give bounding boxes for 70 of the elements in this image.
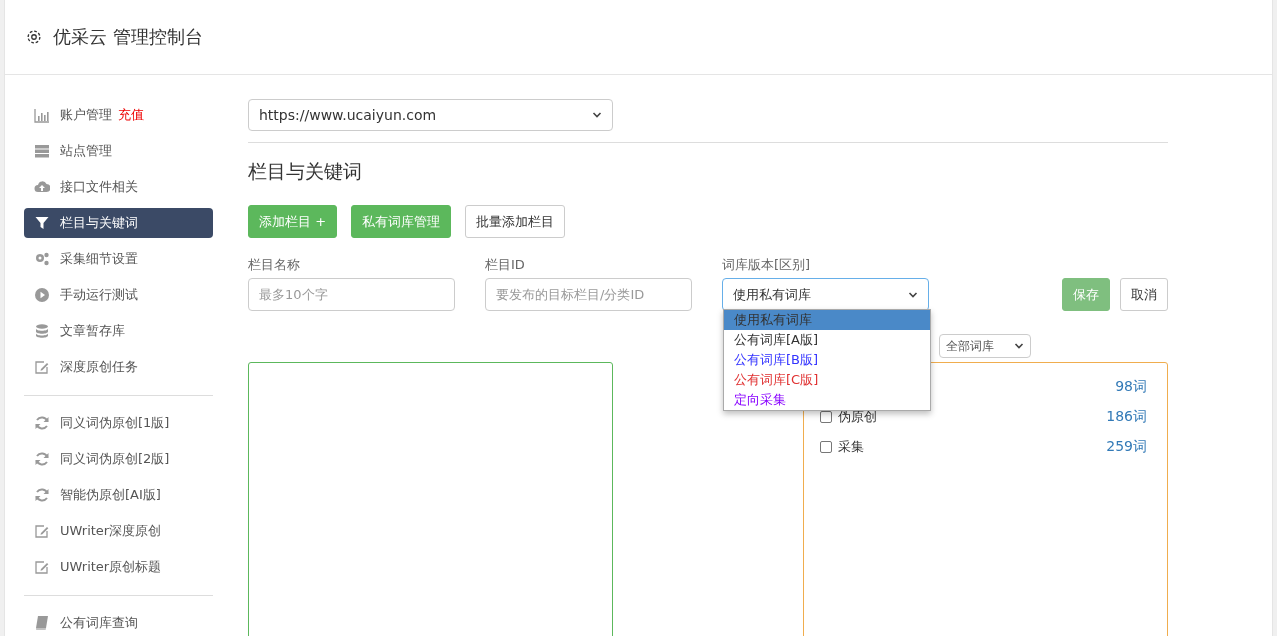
app-title: 优采云 管理控制台 xyxy=(53,25,203,49)
chevron-down-icon xyxy=(592,110,602,120)
sidebar-item[interactable]: 公有词库查询 xyxy=(24,608,213,636)
sidebar-item[interactable]: 同义词伪原创[2版] xyxy=(24,444,213,474)
server-icon xyxy=(34,143,50,159)
sidebar-item[interactable]: 深度原创任务 xyxy=(24,352,213,382)
sidebar-item-label: 接口文件相关 xyxy=(60,178,138,196)
play-icon xyxy=(34,287,50,303)
sidebar-item[interactable]: 文章暂存库 xyxy=(24,316,213,346)
recharge-link[interactable]: 充值 xyxy=(118,106,144,124)
word-count: 186词 xyxy=(1106,407,1147,426)
sidebar-item-label: 深度原创任务 xyxy=(60,358,138,376)
sidebar-item-label: 手动运行测试 xyxy=(60,286,138,304)
dropdown-option[interactable]: 使用私有词库 xyxy=(724,310,930,330)
section-title: 栏目与关键词 xyxy=(248,159,363,184)
action-button[interactable]: 批量添加栏目 xyxy=(465,205,566,238)
edit-icon xyxy=(34,559,50,575)
sidebar-item[interactable]: 同义词伪原创[1版] xyxy=(24,408,213,438)
dropdown-option[interactable]: 公有词库[A版] xyxy=(724,330,930,350)
checkbox[interactable] xyxy=(819,440,832,453)
dropdown-option[interactable]: 定向采集 xyxy=(724,390,930,410)
library-label: 采集 xyxy=(837,437,864,456)
settings-icon xyxy=(25,28,43,46)
sidebar-item[interactable]: 账户管理 充值 xyxy=(24,100,213,130)
cancel-button[interactable]: 取消 xyxy=(1120,278,1168,311)
cloud-upload-icon xyxy=(34,179,50,195)
field-label: 栏目ID xyxy=(485,256,526,274)
sidebar-item[interactable]: 栏目与关键词 xyxy=(24,208,213,238)
sidebar-item-label: 文章暂存库 xyxy=(60,322,125,340)
edit-icon xyxy=(34,523,50,539)
sidebar-item-label: 同义词伪原创[1版] xyxy=(60,414,170,432)
sidebar-item[interactable]: 接口文件相关 xyxy=(24,172,213,202)
site-select[interactable]: https://www.ucaiyun.com xyxy=(248,99,613,131)
edit-icon xyxy=(34,359,50,375)
filter-icon xyxy=(34,215,50,231)
sidebar-item-label: 同义词伪原创[2版] xyxy=(60,450,170,468)
sidebar-item-label: 栏目与关键词 xyxy=(60,214,138,232)
sidebar-item[interactable]: 智能伪原创[AI版] xyxy=(24,480,213,510)
sidebar-item-label: 站点管理 xyxy=(60,142,112,160)
database-icon xyxy=(34,323,50,339)
sidebar-item-label: UWriter深度原创 xyxy=(60,522,162,540)
checkbox[interactable] xyxy=(819,410,832,423)
input-field[interactable]: 最多10个字 xyxy=(248,278,455,311)
field-label: 栏目名称 xyxy=(248,256,301,274)
library-version-select[interactable]: 使用私有词库 xyxy=(722,278,929,311)
input-field[interactable]: 要发布的目标栏目/分类ID xyxy=(485,278,692,311)
refresh-icon xyxy=(34,487,50,503)
bar-chart-icon xyxy=(34,107,50,123)
dropdown-option[interactable]: 公有词库[B版] xyxy=(724,350,930,370)
field-label: 词库版本[区别] xyxy=(722,256,812,274)
word-count: 259词 xyxy=(1106,437,1147,456)
library-label: 伪原创 xyxy=(837,407,877,426)
sidebar-item[interactable]: UWriter深度原创 xyxy=(24,516,213,546)
refresh-icon xyxy=(34,451,50,467)
dropdown-option[interactable]: 公有词库[C版] xyxy=(724,370,930,390)
book-icon xyxy=(34,615,50,631)
chevron-down-icon xyxy=(1013,341,1024,351)
sidebar-item-label: 公有词库查询 xyxy=(60,614,138,632)
sidebar-item-label: 采集细节设置 xyxy=(60,250,138,268)
sidebar-item[interactable]: 采集细节设置 xyxy=(24,244,213,274)
sidebar-item-label: 智能伪原创[AI版] xyxy=(60,486,161,504)
library-filter-select[interactable]: 全部词库 xyxy=(938,334,1031,358)
sidebar-item[interactable]: 站点管理 xyxy=(24,136,213,166)
word-count: 98词 xyxy=(1115,377,1147,396)
sidebar-item[interactable]: UWriter原创标题 xyxy=(24,552,213,582)
sidebar-item[interactable]: 手动运行测试 xyxy=(24,280,213,310)
sidebar-item-label: UWriter原创标题 xyxy=(60,558,162,576)
gears-icon xyxy=(34,251,50,267)
refresh-icon xyxy=(34,415,50,431)
sidebar-item-label: 账户管理 xyxy=(60,106,112,124)
